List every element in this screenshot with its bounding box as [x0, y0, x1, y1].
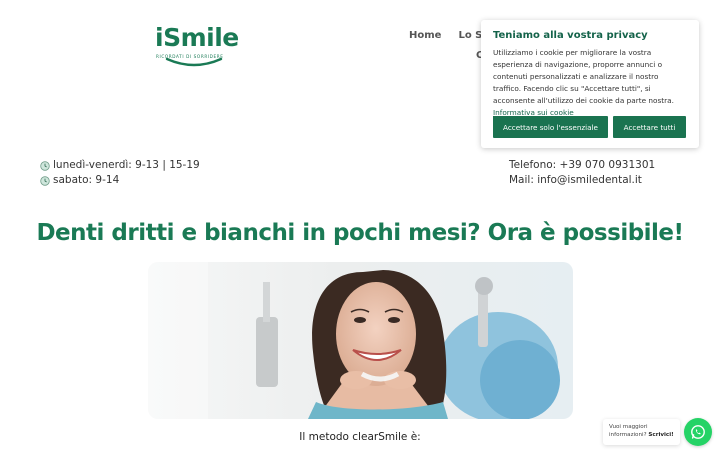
clock-icon [40, 160, 50, 171]
site-logo[interactable]: iSmile RICORDATI DI SORRIDERE [155, 24, 239, 68]
hours-weekdays: lunedì-venerdì: 9-13 | 15-19 [53, 159, 200, 171]
whatsapp-prompt[interactable]: Vuoi maggiori informazioni? Scrivici! [603, 419, 680, 445]
hero-image [148, 262, 573, 419]
whatsapp-cta: Scrivici! [648, 432, 674, 438]
cookie-banner: Teniamo alla vostra privacy Utilizziamo … [481, 20, 699, 148]
clock-icon [40, 175, 50, 186]
logo-wordmark: iSmile [155, 23, 239, 52]
cookie-body: Utilizziamo i cookie per migliorare la v… [493, 48, 674, 105]
hours-saturday: sabato: 9-14 [53, 174, 120, 186]
whatsapp-line2: informazioni? [609, 432, 647, 438]
cookie-buttons: Accettare solo l'essenziale Accettare tu… [493, 116, 686, 138]
hours-saturday-row: sabato: 9-14 [40, 173, 200, 188]
nav-item-home[interactable]: Home [409, 30, 441, 41]
cookie-title: Teniamo alla vostra privacy [493, 30, 648, 41]
whatsapp-line2-row: informazioni? Scrivici! [609, 431, 674, 439]
hours-weekdays-row: lunedì-venerdì: 9-13 | 15-19 [40, 158, 200, 173]
smiling-woman-aligner-illustration [148, 262, 573, 419]
page-headline: Denti dritti e bianchi in pochi mesi? Or… [36, 220, 684, 246]
whatsapp-button[interactable] [684, 418, 712, 446]
smile-curve-icon [165, 57, 223, 67]
contact-info: Telefono: +39 070 0931301 Mail: info@ism… [509, 158, 655, 188]
cookie-text: Utilizziamo i cookie per migliorare la v… [493, 47, 687, 119]
contact-phone[interactable]: Telefono: +39 070 0931301 [509, 158, 655, 173]
accept-essential-button[interactable]: Accettare solo l'essenziale [493, 116, 608, 138]
opening-hours: lunedì-venerdì: 9-13 | 15-19 sabato: 9-1… [40, 158, 200, 188]
accept-all-button[interactable]: Accettare tutti [613, 116, 686, 138]
contact-mail[interactable]: Mail: info@ismiledental.it [509, 173, 655, 188]
whatsapp-icon [691, 425, 705, 439]
whatsapp-line1: Vuoi maggiori [609, 424, 648, 430]
